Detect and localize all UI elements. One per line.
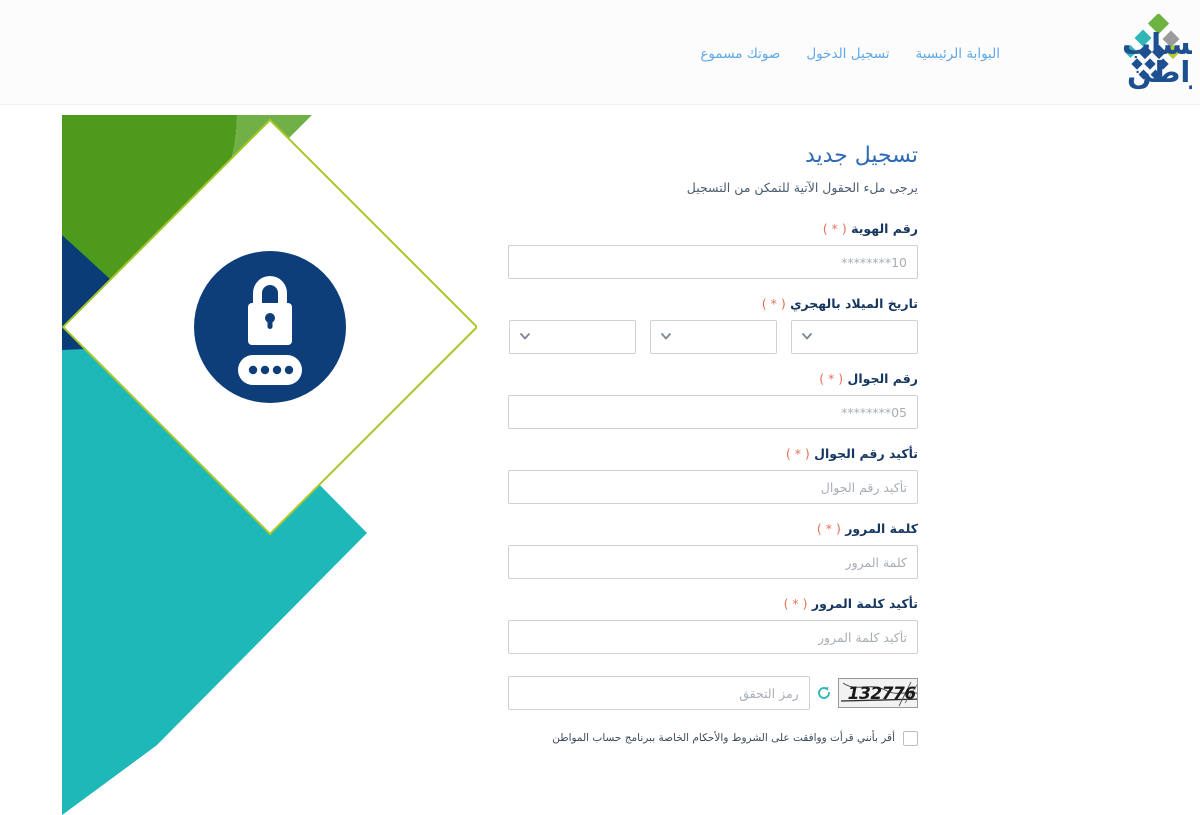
label-password: كلمة المرور ( * ) [508, 520, 918, 538]
birth-month-select[interactable] [650, 320, 777, 354]
nav-link-voice[interactable]: صوتك مسموع [700, 44, 780, 64]
label-national-id: رقم الهوية ( * ) [508, 220, 918, 238]
required-marker: ( * ) [816, 521, 841, 536]
field-confirm-mobile-number: تأكيد رقم الجوال ( * ) [508, 445, 918, 504]
field-national-id: رقم الهوية ( * ) [508, 220, 918, 279]
label-text-confirm-password: تأكيد كلمة المرور [811, 596, 918, 611]
terms-row: أقر بأنني قرأت ووافقت على الشروط والأحكا… [508, 730, 918, 746]
terms-checkbox[interactable] [903, 730, 918, 746]
label-confirm-mobile-number: تأكيد رقم الجوال ( * ) [508, 445, 918, 463]
form-subtitle: يرجى ملء الحقول الآتية للتمكن من التسجيل [686, 180, 918, 195]
nav-link-login[interactable]: تسجيل الدخول [806, 44, 889, 64]
header-inner: حساب المواطن البوابة الرئيسية تسجيل الدخ… [0, 0, 1200, 104]
field-password: كلمة المرور ( * ) [508, 520, 918, 579]
label-text-confirm-mobile-number: تأكيد رقم الجوال [814, 446, 918, 461]
captcha-input[interactable] [508, 676, 810, 710]
password-input[interactable] [508, 545, 918, 579]
national-id-input[interactable] [508, 245, 918, 279]
brand-logo-svg: حساب المواطن [1122, 12, 1200, 89]
terms-text: أقر بأنني قرأت ووافقت على الشروط والأحكا… [552, 732, 895, 744]
nav-link-home[interactable]: البوابة الرئيسية [916, 44, 1000, 64]
main-nav: البوابة الرئيسية تسجيل الدخول صوتك مسموع [700, 44, 1000, 64]
brand-logo[interactable]: حساب المواطن [1007, 12, 1200, 90]
label-mobile-number: رقم الجوال ( * ) [508, 370, 918, 388]
birth-year-select[interactable] [791, 320, 918, 354]
confirm-mobile-number-input[interactable] [508, 470, 918, 504]
chevron-down-icon [661, 333, 671, 340]
confirm-password-input[interactable] [508, 620, 918, 654]
mobile-number-input[interactable] [508, 395, 918, 429]
site-header: حساب المواطن البوابة الرئيسية تسجيل الدخ… [0, 0, 1200, 105]
chevron-down-icon [802, 333, 812, 340]
required-marker: ( * ) [785, 446, 810, 461]
required-marker: ( * ) [783, 596, 808, 611]
label-text-mobile-number: رقم الجوال [847, 371, 919, 386]
label-confirm-password: تأكيد كلمة المرور ( * ) [508, 595, 918, 613]
chevron-down-icon [520, 333, 530, 340]
refresh-icon [817, 686, 830, 699]
required-marker: ( * ) [819, 371, 844, 386]
label-text-password: كلمة المرور [845, 521, 918, 536]
captcha-image: 132776 [837, 678, 918, 708]
page-title: تسجيل جديد [804, 143, 918, 168]
registration-panel: تسجيل جديد يرجى ملء الحقول الآتية للتمكن… [508, 140, 918, 746]
label-text-hijri-birth-date: تاريخ الميلاد بالهجري [790, 296, 918, 311]
required-marker: ( * ) [761, 296, 786, 311]
captcha-code: 132776 [847, 684, 916, 704]
required-marker: ( * ) [822, 221, 847, 236]
brand-logo-line2: المواطن [1127, 55, 1192, 89]
captcha-row: 132776 [508, 676, 918, 710]
birth-day-select[interactable] [509, 320, 636, 354]
captcha-refresh-button[interactable] [810, 676, 838, 710]
field-hijri-birth-date: تاريخ الميلاد بالهجري ( * ) [508, 295, 918, 354]
field-mobile-number: رقم الجوال ( * ) [508, 370, 918, 429]
password-lock-illustration [62, 115, 477, 815]
illustration-svg [62, 115, 477, 815]
label-text-national-id: رقم الهوية [851, 221, 918, 236]
label-hijri-birth-date: تاريخ الميلاد بالهجري ( * ) [508, 295, 918, 313]
field-confirm-password: تأكيد كلمة المرور ( * ) [508, 595, 918, 654]
date-selects-row [508, 320, 918, 354]
